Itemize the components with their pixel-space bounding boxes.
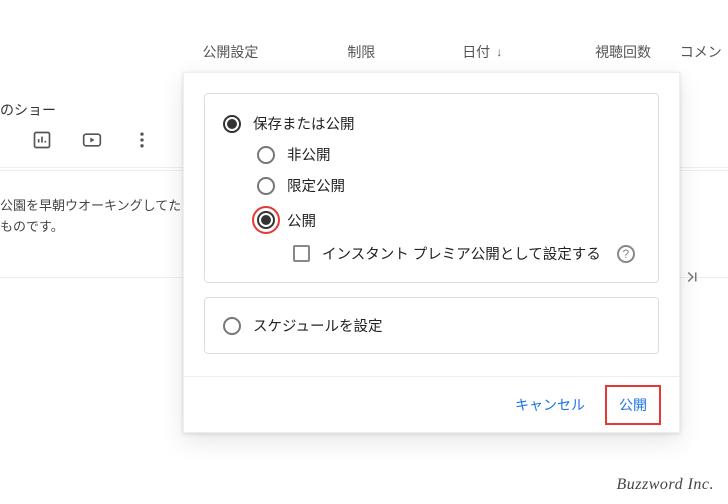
checkbox-instant-premiere[interactable]: インスタント プレミア公開として設定する ? [293, 243, 640, 264]
schedule-card[interactable]: スケジュールを設定 [204, 297, 659, 354]
column-headers: 公開設定 制限 日付 ↓ 視聴回数 コメン [0, 42, 728, 62]
col-date-label: 日付 [462, 42, 490, 62]
highlight-ring [252, 206, 280, 234]
radio-public[interactable]: 公開 [252, 203, 640, 237]
radio-label: 非公開 [287, 144, 331, 165]
radio-unchecked-icon [257, 146, 275, 164]
radio-schedule[interactable]: スケジュールを設定 [223, 312, 640, 339]
col-date[interactable]: 日付 ↓ [437, 42, 528, 62]
radio-label: 限定公開 [287, 175, 345, 196]
publish-card: 保存または公開 非公開 限定公開 公開 [204, 93, 659, 283]
radio-label: 公開 [287, 210, 316, 231]
publish-button[interactable]: 公開 [605, 385, 661, 425]
checkbox-unchecked-icon [293, 245, 310, 262]
video-title: のショー [0, 100, 56, 120]
arrow-down-icon: ↓ [496, 45, 502, 59]
radio-label: スケジュールを設定 [253, 315, 382, 336]
watermark: Buzzword Inc. [617, 476, 714, 494]
visibility-popover: 保存または公開 非公開 限定公開 公開 [183, 72, 680, 433]
radio-unlisted[interactable]: 限定公開 [257, 172, 640, 199]
radio-checked-icon [257, 211, 275, 229]
dialog-footer: キャンセル 公開 [184, 376, 679, 432]
analytics-icon[interactable] [32, 130, 52, 150]
col-views[interactable]: 視聴回数 [578, 42, 669, 62]
col-restriction[interactable]: 制限 [316, 42, 407, 62]
help-icon[interactable]: ? [617, 245, 635, 263]
video-description: 公園を早朝ウオーキングしてたものです。 [0, 196, 190, 238]
col-comments[interactable]: コメン [674, 42, 728, 62]
radio-unchecked-icon [257, 177, 275, 195]
radio-label: 保存または公開 [253, 113, 355, 134]
youtube-icon[interactable] [82, 130, 102, 150]
col-visibility[interactable]: 公開設定 [185, 42, 276, 62]
radio-unchecked-icon [223, 317, 241, 335]
cancel-button[interactable]: キャンセル [503, 387, 597, 423]
radio-checked-icon [223, 115, 241, 133]
last-page-icon[interactable] [680, 265, 704, 289]
radio-private[interactable]: 非公開 [257, 141, 640, 168]
radio-save-or-publish[interactable]: 保存または公開 [223, 110, 640, 137]
more-vert-icon[interactable] [132, 130, 152, 150]
checkbox-label: インスタント プレミア公開として設定する [322, 243, 601, 264]
